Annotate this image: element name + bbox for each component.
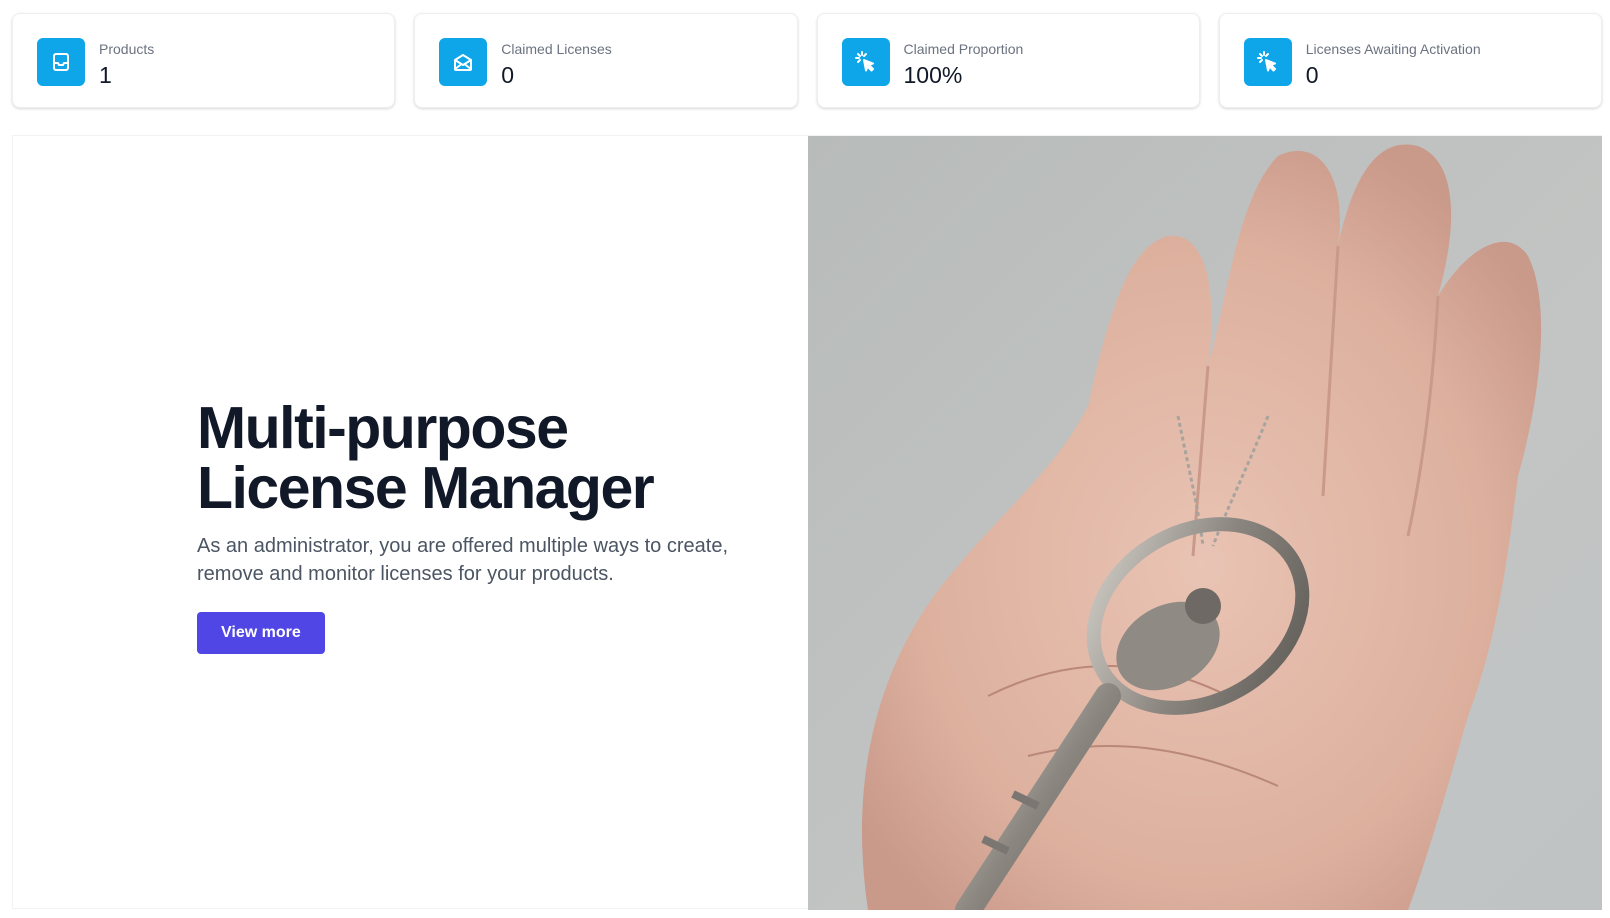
stat-value: 100% bbox=[903, 62, 963, 88]
hero-text: Multi-purpose License Manager As an admi… bbox=[197, 398, 797, 654]
cursor-click-icon bbox=[1243, 38, 1292, 86]
stat-card-licenses-awaiting-activation: Licenses Awaiting Activation 0 bbox=[1218, 13, 1602, 108]
hand-holding-key-photo bbox=[808, 136, 1602, 910]
stat-value: 1 bbox=[99, 62, 112, 88]
stats-row: Products 1 Claimed Licenses 0 Claimed Pr… bbox=[12, 13, 1602, 110]
view-more-button[interactable]: View more bbox=[197, 612, 325, 654]
stat-card-products: Products 1 bbox=[12, 13, 396, 108]
hero-description: As an administrator, you are offered mul… bbox=[197, 535, 729, 585]
stat-value: 0 bbox=[501, 62, 515, 88]
stat-card-claimed-proportion: Claimed Proportion 100% bbox=[816, 13, 1200, 108]
inbox-icon bbox=[37, 38, 85, 86]
envelope-open-icon bbox=[439, 38, 488, 86]
hero-title: Multi-purpose License Manager bbox=[197, 398, 797, 518]
stat-label: Claimed Proportion bbox=[903, 41, 1024, 57]
stat-card-claimed-licenses: Claimed Licenses 0 bbox=[414, 13, 798, 108]
cursor-click-icon bbox=[841, 38, 890, 86]
hero-section: Multi-purpose License Manager As an admi… bbox=[12, 135, 1602, 910]
hero-title-line-2: License Manager bbox=[197, 455, 655, 521]
stat-label: Claimed Licenses bbox=[501, 41, 612, 57]
hero-title-line-1: Multi-purpose bbox=[197, 395, 569, 461]
stat-label: Licenses Awaiting Activation bbox=[1305, 41, 1481, 57]
stat-label: Products bbox=[99, 41, 155, 57]
stat-value: 0 bbox=[1305, 62, 1319, 88]
